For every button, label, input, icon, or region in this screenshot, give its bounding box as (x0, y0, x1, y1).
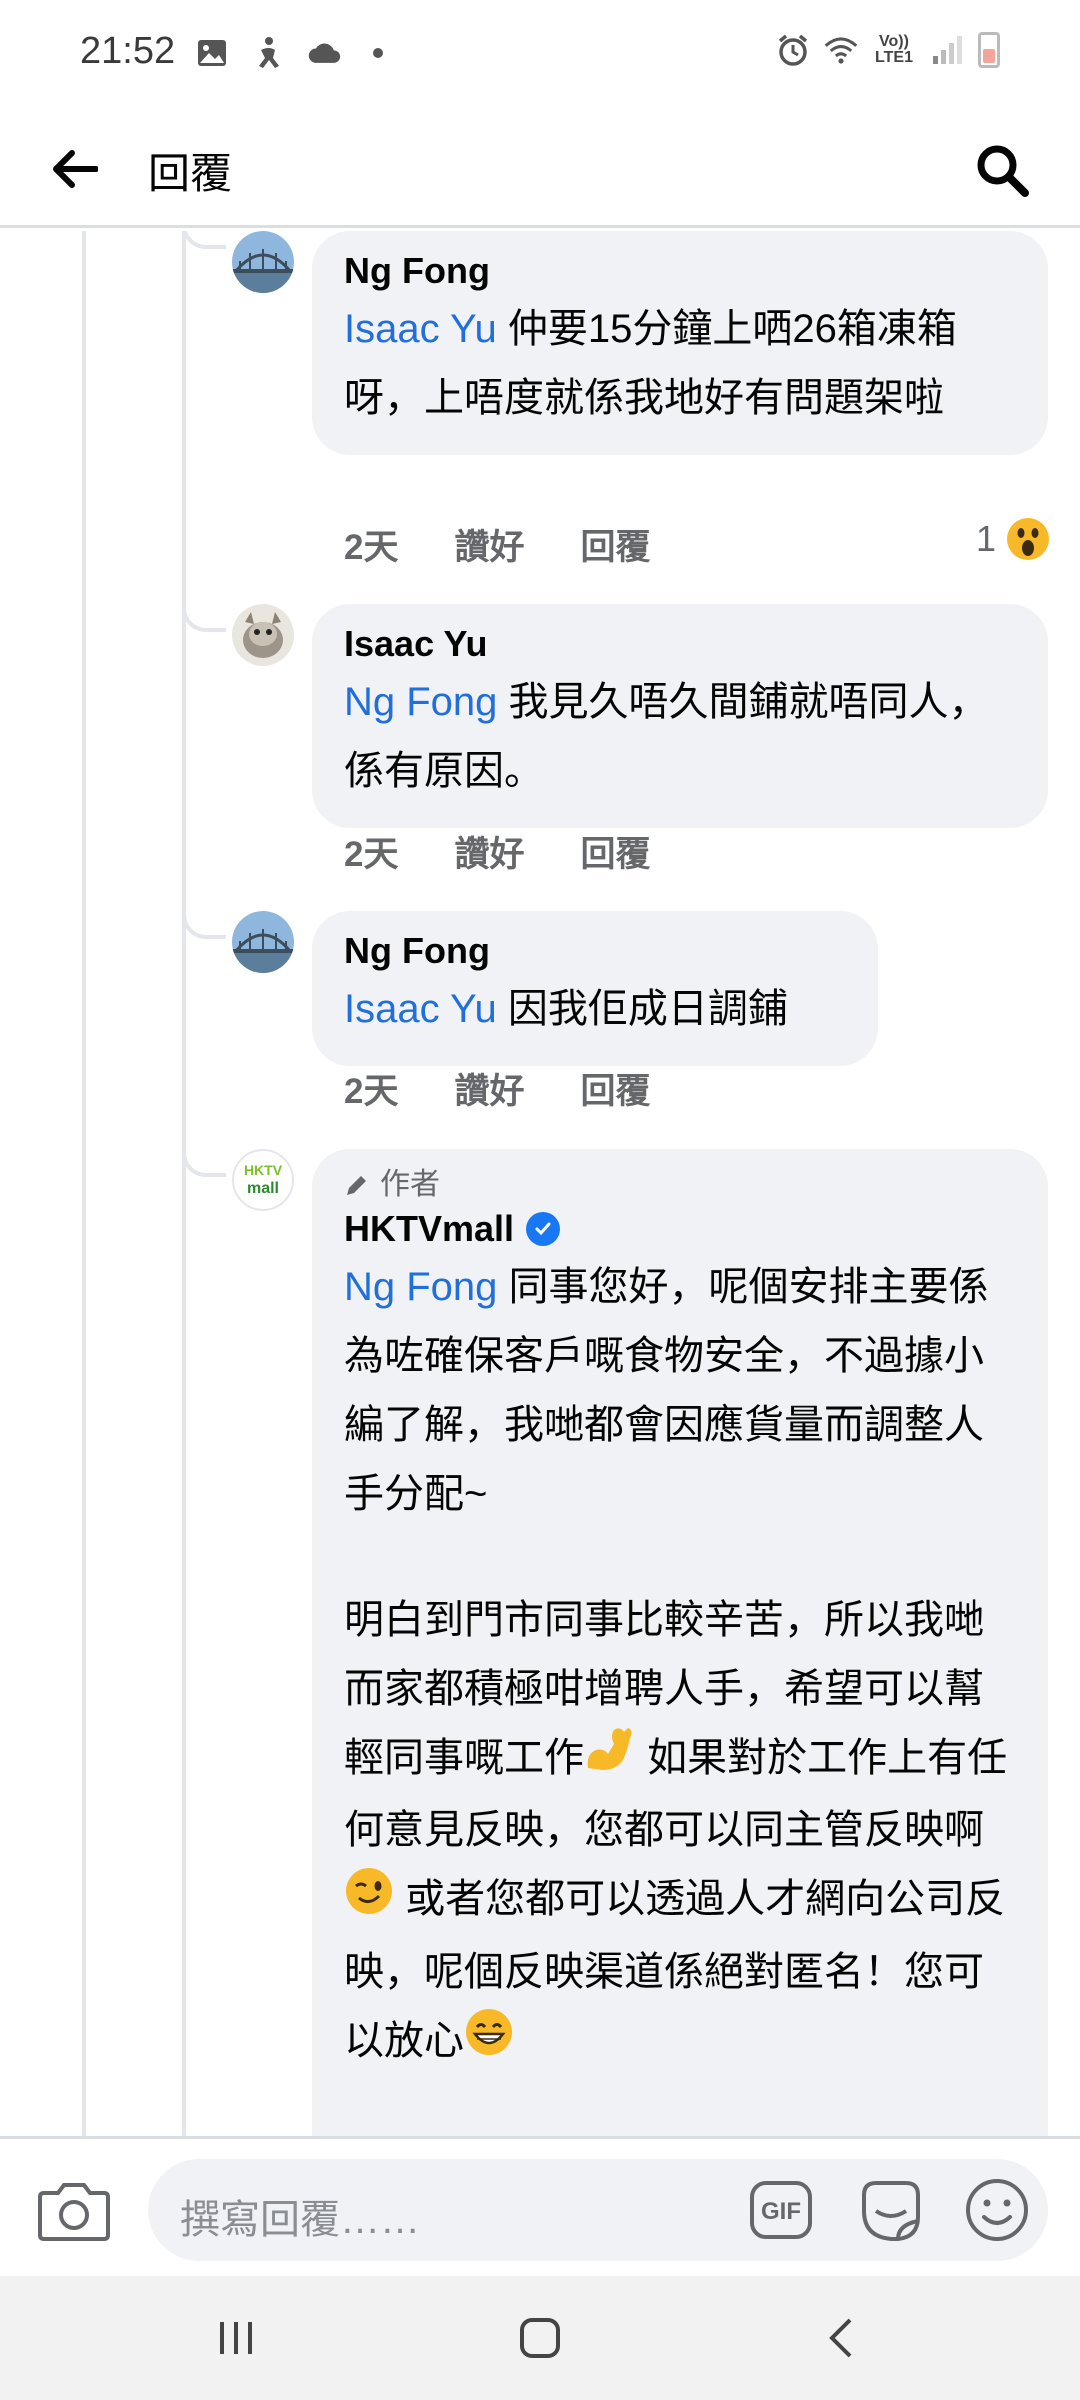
comment-bubble[interactable]: Isaac Yu Ng Fong 我見久唔久間鋪就唔同人，係有原因。 (312, 604, 1048, 828)
comment-text: Ng Fong 同事您好，呢個安排主要係為咗確保客戶嘅食物安全，不過據小編了解，… (344, 1265, 989, 1516)
winking-face-emoji-icon (344, 1866, 394, 1938)
comment-author[interactable]: Ng Fong (344, 247, 1016, 295)
like-button[interactable]: 讚好 (454, 826, 524, 877)
more-notifications-dot-icon (373, 48, 383, 58)
system-navigation-bar (0, 2276, 1080, 2400)
reply-button[interactable]: 回覆 (580, 1063, 650, 1114)
thread-line-level2 (182, 231, 186, 2136)
home-button[interactable] (510, 2308, 570, 2368)
status-time: 21:52 (80, 30, 176, 72)
cloud-icon (307, 36, 341, 70)
avatar[interactable]: HKTV mall (232, 1149, 294, 1211)
wifi-icon (824, 33, 858, 67)
comment-thread[interactable]: Ng Fong Isaac Yu 仲要15分鐘上哂26箱凍箱呀，上唔度就係我地好… (0, 231, 1080, 2136)
gif-icon: GIF (750, 2181, 812, 2239)
status-system-icons: Vo)) LTE1 (776, 32, 1000, 68)
comment-actions: 2天 讚好 回覆 (344, 519, 651, 570)
volte-indicator: Vo)) LTE1 (875, 33, 913, 66)
reply-connector (182, 604, 226, 632)
reaction-count: 1 (975, 518, 996, 559)
comment-author[interactable]: Ng Fong (344, 927, 846, 975)
avatar[interactable] (232, 604, 294, 666)
avatar[interactable] (232, 231, 294, 293)
status-notification-icons (195, 36, 383, 70)
comment-actions: 2天 讚好 回覆 (344, 1063, 651, 1114)
recent-apps-icon (220, 2322, 252, 2354)
mention-link[interactable]: Isaac Yu (344, 987, 497, 1031)
comment-time[interactable]: 2天 (344, 826, 398, 877)
alarm-icon (776, 33, 810, 67)
app-bar: 回覆 (0, 110, 1080, 228)
emoji-button[interactable] (964, 2177, 1030, 2243)
mention-link[interactable]: Ng Fong (344, 680, 497, 724)
reply-button[interactable]: 回覆 (580, 519, 650, 570)
reply-input[interactable]: 撰寫回覆…… GIF (148, 2159, 1048, 2261)
grinning-face-emoji-icon (464, 2007, 514, 2079)
comment-text-paragraph-2: 明白到門市同事比較辛苦，所以我哋而家都積極咁增聘人手，希望可以幫輕同事嘅工作 如… (344, 1586, 1016, 2079)
camera-button[interactable] (38, 2179, 110, 2241)
verified-badge-icon (526, 1212, 561, 1246)
system-back-button[interactable] (812, 2308, 872, 2368)
home-icon (520, 2318, 560, 2358)
sticker-icon (862, 2181, 920, 2241)
comment-text: Ng Fong 我見久唔久間鋪就唔同人，係有原因。 (344, 680, 989, 793)
comment-actions: 2天 讚好 回覆 (344, 826, 651, 877)
back-button[interactable] (40, 134, 110, 204)
like-button[interactable]: 讚好 (454, 519, 524, 570)
gallery-icon (195, 36, 229, 70)
svg-text:mall: mall (247, 1180, 279, 1197)
svg-text:HKTV: HKTV (244, 1162, 283, 1178)
recent-apps-button[interactable] (206, 2308, 266, 2368)
camera-icon (38, 2183, 110, 2241)
comment-text: Isaac Yu 仲要15分鐘上哂26箱凍箱呀，上唔度就係我地好有問題架啦 (344, 307, 957, 420)
smiley-icon (966, 2179, 1028, 2241)
arrow-left-icon (53, 150, 98, 188)
signal-icon (930, 33, 964, 67)
reply-button[interactable]: 回覆 (580, 826, 650, 877)
comment-author[interactable]: Isaac Yu (344, 620, 1016, 668)
reply-connector (182, 911, 226, 939)
page-title: 回覆 (148, 150, 233, 197)
pencil-icon (347, 1176, 366, 1195)
mention-link[interactable]: Ng Fong (344, 1265, 497, 1309)
sticker-button[interactable] (858, 2177, 924, 2243)
comment-bubble[interactable]: Ng Fong Isaac Yu 仲要15分鐘上哂26箱凍箱呀，上唔度就係我地好… (312, 231, 1048, 455)
reply-connector (182, 231, 226, 249)
battery-icon (978, 32, 1000, 68)
reaction-summary[interactable]: 1 (976, 517, 1050, 561)
like-button[interactable]: 讚好 (454, 1063, 524, 1114)
reply-input-placeholder: 撰寫回覆…… (180, 2198, 420, 2242)
gif-button[interactable]: GIF (750, 2181, 812, 2239)
author-badge: 作者 (344, 1165, 1016, 1205)
comment-bubble[interactable]: Ng Fong Isaac Yu 因我佢成日調鋪 (312, 911, 878, 1066)
author-badge-label: 作者 (380, 1168, 440, 1201)
avatar[interactable] (232, 911, 294, 973)
svg-text:GIF: GIF (761, 2198, 801, 2225)
comment-author[interactable]: HKTVmall (344, 1205, 1016, 1253)
search-button[interactable] (964, 132, 1040, 208)
comment-time[interactable]: 2天 (344, 519, 398, 570)
thread-line-level1 (82, 231, 86, 2136)
mention-link[interactable]: Isaac Yu (344, 307, 497, 351)
accessibility-icon (251, 36, 285, 70)
comment-text: Isaac Yu 因我佢成日調鋪 (344, 987, 788, 1031)
status-bar: 21:52 Vo)) LTE1 (0, 0, 1080, 110)
reply-composer: 撰寫回覆…… GIF (0, 2136, 1080, 2276)
comment-time[interactable]: 2天 (344, 1063, 398, 1114)
reply-connector (182, 1149, 226, 1177)
flexed-biceps-emoji-icon (584, 1724, 636, 1796)
wow-reaction-icon (1007, 518, 1049, 560)
search-icon (977, 145, 1029, 197)
comment-bubble[interactable]: 作者 HKTVmall Ng Fong 同事您好，呢個安排主要係為咗確保客戶嘅食… (312, 1149, 1048, 2136)
chevron-left-icon (829, 2318, 852, 2358)
